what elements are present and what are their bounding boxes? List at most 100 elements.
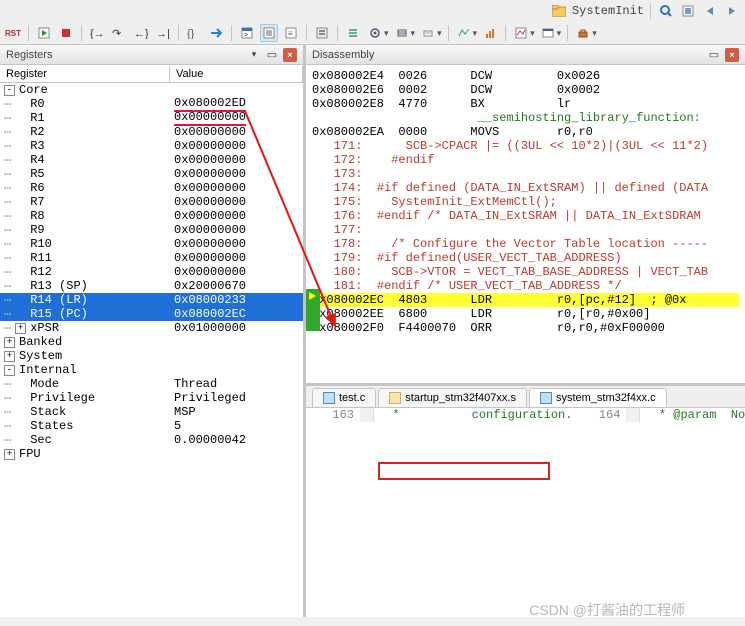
source-line[interactable]: 164 * @param None — [572, 408, 745, 422]
minimize-icon[interactable]: ▾ — [247, 48, 261, 62]
disasm-line[interactable]: 0x080002E6 0002 DCW 0x0002 — [312, 83, 739, 97]
dropdown-arrow-icon[interactable]: ▾ — [437, 28, 442, 39]
dropdown-arrow-icon[interactable]: ▾ — [384, 28, 389, 39]
run-button[interactable] — [35, 24, 53, 42]
source-line[interactable]: 174: #if defined (DATA_IN_ExtSRAM) || de… — [312, 181, 739, 195]
serial-icon[interactable] — [419, 24, 437, 42]
register-row[interactable]: ⋯R14 (LR)0x08000233 — [0, 293, 303, 307]
expander-icon[interactable]: - — [4, 85, 15, 96]
disasm-line[interactable]: 0x080002EC 4803 LDR r0,[pc,#12] ; @0x — [312, 293, 739, 307]
float-icon[interactable]: ▭ — [265, 48, 279, 62]
analyzer-icon[interactable] — [455, 24, 473, 42]
register-row[interactable]: +Banked — [0, 335, 303, 349]
register-row[interactable]: ⋯StackMSP — [0, 405, 303, 419]
symbols-icon[interactable]: ≡ — [282, 24, 300, 42]
register-row[interactable]: ⋯R40x00000000 — [0, 153, 303, 167]
window-cmd-icon[interactable]: > — [238, 24, 256, 42]
registers-window-icon[interactable] — [313, 24, 331, 42]
expander-icon[interactable]: + — [4, 337, 15, 348]
source-line[interactable]: 179: #if defined(USER_VECT_TAB_ADDRESS) — [312, 251, 739, 265]
expander-icon[interactable]: - — [4, 365, 15, 376]
toolbox-icon[interactable] — [574, 24, 592, 42]
register-row[interactable]: ⋯R10x00000000 — [0, 111, 303, 125]
register-row[interactable]: ⋯R50x00000000 — [0, 167, 303, 181]
step-out-button[interactable]: ←} — [132, 24, 150, 42]
source-editor[interactable]: 163 * configuration.164 * @param None165… — [306, 408, 745, 617]
register-row[interactable]: -Core — [0, 83, 303, 97]
dropdown-arrow-icon[interactable]: ▾ — [473, 28, 478, 39]
source-line[interactable]: 178: /* Configure the Vector Table locat… — [312, 237, 739, 251]
watch-icon[interactable] — [366, 24, 384, 42]
expander-icon[interactable]: + — [4, 351, 15, 362]
source-line[interactable]: 181: #endif /* USER_VECT_TAB_ADDRESS */ — [312, 279, 739, 293]
register-row[interactable]: ⋯+xPSR0x01000000 — [0, 321, 303, 335]
source-line[interactable]: 173: — [312, 167, 739, 181]
expander-icon[interactable]: + — [4, 449, 15, 460]
source-line[interactable]: 172: #endif — [312, 153, 739, 167]
breakpoint-gutter[interactable] — [306, 408, 320, 422]
step-over-button[interactable]: ↷ — [110, 24, 128, 42]
forward-icon[interactable] — [723, 2, 741, 20]
show-code-button[interactable]: {} — [185, 24, 203, 42]
disasm-window-icon[interactable] — [260, 24, 278, 42]
dropdown-arrow-icon[interactable]: ▾ — [592, 28, 597, 39]
register-row[interactable]: ⋯R15 (PC)0x080002EC — [0, 307, 303, 321]
source-line[interactable]: 163 * configuration. — [306, 408, 572, 422]
folder-icon[interactable] — [550, 2, 568, 20]
register-row[interactable]: ⋯R120x00000000 — [0, 265, 303, 279]
registers-tree[interactable]: -Core⋯R00x080002ED⋯R10x00000000⋯R20x0000… — [0, 83, 303, 617]
tab-startup_stm32f407xx-s[interactable]: startup_stm32f407xx.s — [378, 388, 527, 407]
tab-system_stm32f4xx-c[interactable]: system_stm32f4xx.c — [529, 388, 667, 407]
system-viewer-icon[interactable] — [539, 24, 557, 42]
col-value[interactable]: Value — [170, 66, 303, 82]
tab-test-c[interactable]: test.c — [312, 388, 376, 407]
register-row[interactable]: ⋯R70x00000000 — [0, 195, 303, 209]
breakpoint-gutter[interactable] — [572, 408, 586, 422]
step-into-button[interactable]: {→ — [88, 24, 106, 42]
disassembly-view[interactable]: 0x080002E4 0026 DCW 0x00260x080002E6 000… — [306, 65, 745, 383]
register-row[interactable]: ⋯R60x00000000 — [0, 181, 303, 195]
trace-icon[interactable] — [512, 24, 530, 42]
register-row[interactable]: ⋯R13 (SP)0x20000670 — [0, 279, 303, 293]
register-row[interactable]: +FPU — [0, 447, 303, 461]
performance-icon[interactable] — [481, 24, 499, 42]
disasm-line[interactable]: 0x080002E8 4770 BX lr — [312, 97, 739, 111]
source-line[interactable]: 177: — [312, 223, 739, 237]
source-line[interactable]: 180: SCB->VTOR = VECT_TAB_BASE_ADDRESS |… — [312, 265, 739, 279]
dropdown-arrow-icon[interactable]: ▾ — [411, 28, 416, 39]
dropdown-arrow-icon[interactable]: ▾ — [530, 28, 535, 39]
register-row[interactable]: ⋯R110x00000000 — [0, 251, 303, 265]
dropdown-arrow-icon[interactable]: ▾ — [557, 28, 562, 39]
register-row[interactable]: +System — [0, 349, 303, 363]
fold-gutter[interactable] — [360, 408, 374, 422]
register-row[interactable]: ⋯ModeThread — [0, 377, 303, 391]
register-row[interactable]: ⋯R20x00000000 — [0, 125, 303, 139]
register-row[interactable]: ⋯States5 — [0, 419, 303, 433]
run-to-cursor-button[interactable]: →| — [154, 24, 172, 42]
source-line[interactable]: 175: SystemInit_ExtMemCtl(); — [312, 195, 739, 209]
register-row[interactable]: ⋯R30x00000000 — [0, 139, 303, 153]
back-icon[interactable] — [701, 2, 719, 20]
disasm-line[interactable]: 0x080002F0 F4400070 ORR r0,r0,#0xF00000 — [312, 321, 739, 335]
stop-button[interactable] — [57, 24, 75, 42]
config-icon[interactable] — [679, 2, 697, 20]
disasm-line[interactable]: 0x080002EE 6800 LDR r0,[r0,#0x00] — [312, 307, 739, 321]
register-row[interactable]: ⋯PrivilegePrivileged — [0, 391, 303, 405]
reset-button[interactable]: RST — [4, 24, 22, 42]
callstack-icon[interactable] — [344, 24, 362, 42]
close-icon[interactable]: × — [725, 48, 739, 62]
memory-icon[interactable] — [393, 24, 411, 42]
find-icon[interactable] — [657, 2, 675, 20]
close-icon[interactable]: × — [283, 48, 297, 62]
col-register[interactable]: Register — [0, 66, 170, 82]
disasm-line[interactable]: 0x080002E4 0026 DCW 0x0026 — [312, 69, 739, 83]
register-row[interactable]: -Internal — [0, 363, 303, 377]
source-line[interactable]: 171: SCB->CPACR |= ((3UL << 10*2)|(3UL <… — [312, 139, 739, 153]
register-row[interactable]: ⋯R80x00000000 — [0, 209, 303, 223]
register-row[interactable]: ⋯R00x080002ED — [0, 97, 303, 111]
register-row[interactable]: ⋯R90x00000000 — [0, 223, 303, 237]
source-line[interactable]: __semihosting_library_function: — [312, 111, 739, 125]
show-next-statement-icon[interactable] — [207, 24, 225, 42]
float-icon[interactable]: ▭ — [707, 48, 721, 62]
source-line[interactable]: 176: #endif /* DATA_IN_ExtSRAM || DATA_I… — [312, 209, 739, 223]
